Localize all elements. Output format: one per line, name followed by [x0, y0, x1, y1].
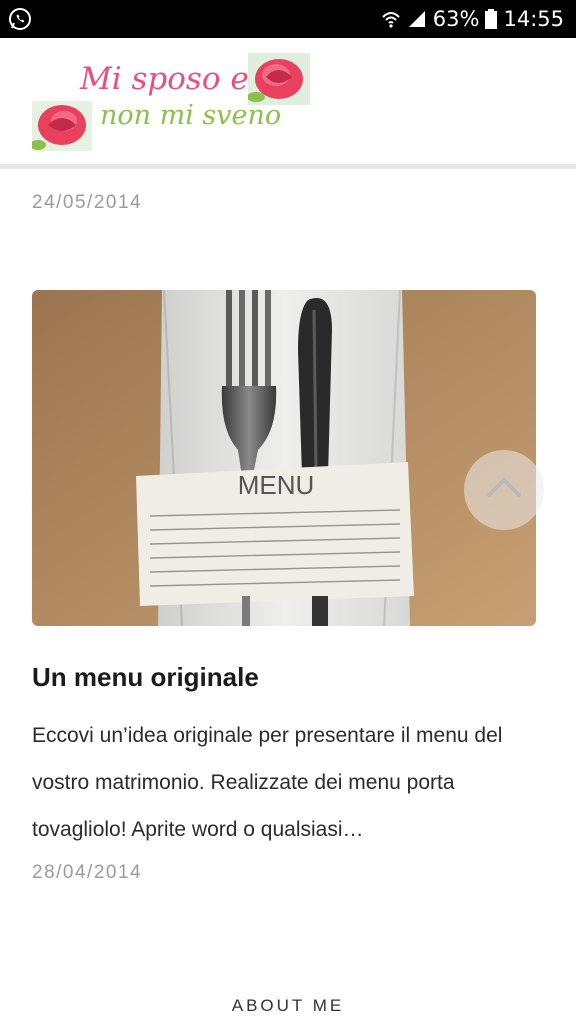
status-bar: 63% 14:55 — [0, 0, 576, 38]
about-me-heading[interactable]: ABOUT ME — [0, 996, 576, 1016]
wifi-icon — [382, 12, 400, 28]
chevron-up-icon — [486, 477, 522, 498]
menu-card-title: MENU — [238, 470, 315, 500]
post-image[interactable]: MENU — [32, 290, 536, 626]
battery-icon — [485, 9, 498, 29]
rose-decoration-icon — [32, 101, 92, 151]
whatsapp-icon — [9, 8, 31, 30]
post-excerpt: Eccovi un’idea originale per presentare … — [32, 724, 503, 841]
clock: 14:55 — [503, 7, 564, 31]
battery-percent: 63% — [432, 7, 480, 31]
site-logo[interactable]: Mi sposo e non mi sveno — [30, 53, 312, 153]
logo-line-1: Mi sposo e — [80, 61, 249, 97]
logo-line-2: non mi sveno — [100, 100, 282, 131]
post-date: 28/04/2014 — [32, 862, 143, 883]
signal-icon — [408, 11, 425, 27]
rose-decoration-icon — [248, 53, 310, 105]
header-divider — [0, 164, 576, 169]
post-title[interactable]: Un menu originale — [32, 662, 259, 693]
post-date: 24/05/2014 — [32, 192, 143, 213]
scroll-to-top-button[interactable] — [464, 450, 544, 530]
